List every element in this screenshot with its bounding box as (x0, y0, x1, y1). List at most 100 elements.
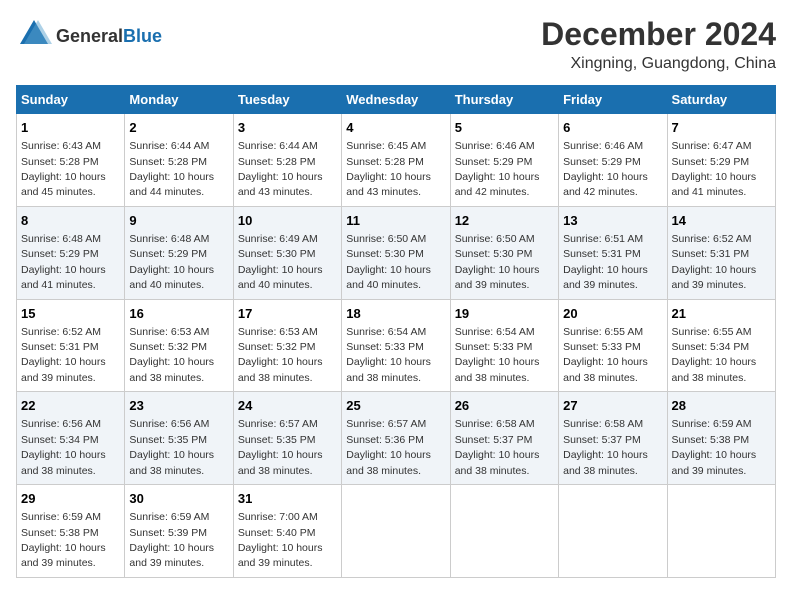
day-info: Sunrise: 6:51 AMSunset: 5:31 PMDaylight:… (563, 233, 648, 291)
day-number: 20 (563, 305, 662, 323)
day-of-week-header: Wednesday (342, 86, 450, 114)
logo-icon (16, 16, 52, 52)
day-of-week-header: Saturday (667, 86, 775, 114)
calendar-cell: 11 Sunrise: 6:50 AMSunset: 5:30 PMDaylig… (342, 206, 450, 299)
day-number: 29 (21, 490, 120, 508)
calendar-cell: 4 Sunrise: 6:45 AMSunset: 5:28 PMDayligh… (342, 114, 450, 207)
calendar-cell: 2 Sunrise: 6:44 AMSunset: 5:28 PMDayligh… (125, 114, 233, 207)
day-number: 9 (129, 212, 228, 230)
day-info: Sunrise: 6:45 AMSunset: 5:28 PMDaylight:… (346, 140, 431, 198)
day-info: Sunrise: 6:50 AMSunset: 5:30 PMDaylight:… (346, 233, 431, 291)
logo: GeneralBlue (16, 16, 162, 57)
calendar-cell (342, 485, 450, 578)
day-info: Sunrise: 6:59 AMSunset: 5:38 PMDaylight:… (21, 511, 106, 569)
calendar-cell: 29 Sunrise: 6:59 AMSunset: 5:38 PMDaylig… (17, 485, 125, 578)
calendar-cell: 14 Sunrise: 6:52 AMSunset: 5:31 PMDaylig… (667, 206, 775, 299)
day-info: Sunrise: 6:55 AMSunset: 5:33 PMDaylight:… (563, 326, 648, 384)
calendar-cell: 7 Sunrise: 6:47 AMSunset: 5:29 PMDayligh… (667, 114, 775, 207)
day-of-week-header: Tuesday (233, 86, 341, 114)
day-number: 13 (563, 212, 662, 230)
calendar-cell: 28 Sunrise: 6:59 AMSunset: 5:38 PMDaylig… (667, 392, 775, 485)
day-number: 5 (455, 119, 554, 137)
title-block: December 2024 Xingning, Guangdong, China (541, 16, 776, 73)
calendar-cell: 20 Sunrise: 6:55 AMSunset: 5:33 PMDaylig… (559, 299, 667, 392)
day-of-week-header: Thursday (450, 86, 558, 114)
day-number: 2 (129, 119, 228, 137)
day-number: 19 (455, 305, 554, 323)
logo-blue-text: Blue (123, 26, 162, 46)
day-number: 14 (672, 212, 771, 230)
calendar-cell: 31 Sunrise: 7:00 AMSunset: 5:40 PMDaylig… (233, 485, 341, 578)
day-number: 25 (346, 397, 445, 415)
day-number: 26 (455, 397, 554, 415)
calendar-cell: 21 Sunrise: 6:55 AMSunset: 5:34 PMDaylig… (667, 299, 775, 392)
calendar-cell: 12 Sunrise: 6:50 AMSunset: 5:30 PMDaylig… (450, 206, 558, 299)
calendar-cell: 22 Sunrise: 6:56 AMSunset: 5:34 PMDaylig… (17, 392, 125, 485)
calendar-week-row: 22 Sunrise: 6:56 AMSunset: 5:34 PMDaylig… (17, 392, 776, 485)
calendar-cell: 3 Sunrise: 6:44 AMSunset: 5:28 PMDayligh… (233, 114, 341, 207)
day-info: Sunrise: 6:57 AMSunset: 5:35 PMDaylight:… (238, 418, 323, 476)
calendar-cell: 23 Sunrise: 6:56 AMSunset: 5:35 PMDaylig… (125, 392, 233, 485)
calendar-cell: 19 Sunrise: 6:54 AMSunset: 5:33 PMDaylig… (450, 299, 558, 392)
day-info: Sunrise: 6:48 AMSunset: 5:29 PMDaylight:… (129, 233, 214, 291)
day-info: Sunrise: 6:53 AMSunset: 5:32 PMDaylight:… (238, 326, 323, 384)
day-number: 8 (21, 212, 120, 230)
calendar-cell: 6 Sunrise: 6:46 AMSunset: 5:29 PMDayligh… (559, 114, 667, 207)
calendar-cell: 26 Sunrise: 6:58 AMSunset: 5:37 PMDaylig… (450, 392, 558, 485)
day-of-week-header: Monday (125, 86, 233, 114)
day-info: Sunrise: 6:52 AMSunset: 5:31 PMDaylight:… (21, 326, 106, 384)
location-subtitle: Xingning, Guangdong, China (541, 55, 776, 73)
day-info: Sunrise: 6:52 AMSunset: 5:31 PMDaylight:… (672, 233, 757, 291)
day-number: 21 (672, 305, 771, 323)
day-info: Sunrise: 6:44 AMSunset: 5:28 PMDaylight:… (129, 140, 214, 198)
day-info: Sunrise: 6:59 AMSunset: 5:39 PMDaylight:… (129, 511, 214, 569)
month-title: December 2024 (541, 16, 776, 53)
calendar-cell: 16 Sunrise: 6:53 AMSunset: 5:32 PMDaylig… (125, 299, 233, 392)
day-info: Sunrise: 6:50 AMSunset: 5:30 PMDaylight:… (455, 233, 540, 291)
day-number: 24 (238, 397, 337, 415)
calendar-week-row: 8 Sunrise: 6:48 AMSunset: 5:29 PMDayligh… (17, 206, 776, 299)
day-of-week-header: Sunday (17, 86, 125, 114)
logo-general-text: General (56, 26, 123, 46)
day-info: Sunrise: 6:44 AMSunset: 5:28 PMDaylight:… (238, 140, 323, 198)
calendar-week-row: 1 Sunrise: 6:43 AMSunset: 5:28 PMDayligh… (17, 114, 776, 207)
day-info: Sunrise: 6:43 AMSunset: 5:28 PMDaylight:… (21, 140, 106, 198)
day-number: 11 (346, 212, 445, 230)
day-number: 31 (238, 490, 337, 508)
calendar-cell: 17 Sunrise: 6:53 AMSunset: 5:32 PMDaylig… (233, 299, 341, 392)
day-info: Sunrise: 6:58 AMSunset: 5:37 PMDaylight:… (455, 418, 540, 476)
day-number: 1 (21, 119, 120, 137)
day-info: Sunrise: 6:48 AMSunset: 5:29 PMDaylight:… (21, 233, 106, 291)
calendar-cell: 1 Sunrise: 6:43 AMSunset: 5:28 PMDayligh… (17, 114, 125, 207)
day-info: Sunrise: 6:55 AMSunset: 5:34 PMDaylight:… (672, 326, 757, 384)
calendar-cell: 25 Sunrise: 6:57 AMSunset: 5:36 PMDaylig… (342, 392, 450, 485)
calendar-week-row: 29 Sunrise: 6:59 AMSunset: 5:38 PMDaylig… (17, 485, 776, 578)
day-number: 28 (672, 397, 771, 415)
day-info: Sunrise: 6:58 AMSunset: 5:37 PMDaylight:… (563, 418, 648, 476)
day-number: 23 (129, 397, 228, 415)
day-info: Sunrise: 6:59 AMSunset: 5:38 PMDaylight:… (672, 418, 757, 476)
calendar-cell (667, 485, 775, 578)
calendar-cell: 27 Sunrise: 6:58 AMSunset: 5:37 PMDaylig… (559, 392, 667, 485)
calendar-body: 1 Sunrise: 6:43 AMSunset: 5:28 PMDayligh… (17, 114, 776, 578)
day-info: Sunrise: 6:46 AMSunset: 5:29 PMDaylight:… (563, 140, 648, 198)
day-info: Sunrise: 6:49 AMSunset: 5:30 PMDaylight:… (238, 233, 323, 291)
calendar-cell: 5 Sunrise: 6:46 AMSunset: 5:29 PMDayligh… (450, 114, 558, 207)
day-number: 7 (672, 119, 771, 137)
calendar-cell (450, 485, 558, 578)
calendar-cell: 30 Sunrise: 6:59 AMSunset: 5:39 PMDaylig… (125, 485, 233, 578)
day-number: 6 (563, 119, 662, 137)
day-number: 15 (21, 305, 120, 323)
calendar-table: SundayMondayTuesdayWednesdayThursdayFrid… (16, 85, 776, 578)
day-info: Sunrise: 6:46 AMSunset: 5:29 PMDaylight:… (455, 140, 540, 198)
day-number: 12 (455, 212, 554, 230)
day-number: 22 (21, 397, 120, 415)
day-number: 10 (238, 212, 337, 230)
day-number: 27 (563, 397, 662, 415)
day-info: Sunrise: 6:54 AMSunset: 5:33 PMDaylight:… (346, 326, 431, 384)
day-number: 30 (129, 490, 228, 508)
calendar-header: SundayMondayTuesdayWednesdayThursdayFrid… (17, 86, 776, 114)
calendar-cell: 18 Sunrise: 6:54 AMSunset: 5:33 PMDaylig… (342, 299, 450, 392)
day-number: 3 (238, 119, 337, 137)
day-number: 17 (238, 305, 337, 323)
